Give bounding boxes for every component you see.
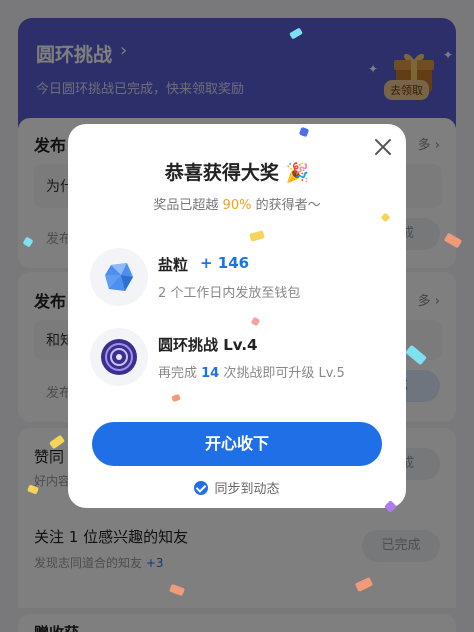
reward-desc: 再完成 14 次挑战即可升级 Lv.5 [158,362,345,381]
sync-to-feed-option[interactable]: 同步到动态 [68,478,406,497]
reward-desc-prefix: 再完成 [158,366,202,381]
salt-crystal-icon [90,248,148,306]
reward-modal: 恭喜获得大奖 🎉 奖品已超越 90% 的获得者～ 盐粒 + 146 2 个工作日… [68,124,406,508]
reward-amount: + 146 [200,254,250,272]
modal-title: 恭喜获得大奖 🎉 [68,158,406,185]
accept-reward-button[interactable]: 开心收下 [92,422,382,466]
reward-name: 圆环挑战 Lv.4 [158,336,258,354]
reward-desc-suffix: 次挑战即可升级 Lv.5 [219,366,345,381]
reward-desc: 2 个工作日内发放至钱包 [158,286,301,301]
reward-item-ring-level: 圆环挑战 Lv.4 再完成 14 次挑战即可升级 Lv.5 [90,328,390,388]
sync-label: 同步到动态 [214,482,280,497]
modal-title-text: 恭喜获得大奖 [164,162,279,184]
subtitle-suffix: 的获得者～ [251,198,321,213]
close-icon[interactable] [372,136,394,158]
check-circle-icon[interactable] [194,481,209,495]
party-popper-icon: 🎉 [285,162,310,184]
ring-challenge-badge-icon [90,328,148,386]
subtitle-percent: 90% [222,198,252,213]
reward-item-salt: 盐粒 + 146 2 个工作日内发放至钱包 [90,248,390,308]
remaining-challenges-count: 14 [201,366,220,381]
reward-name: 盐粒 [158,256,189,274]
subtitle-prefix: 奖品已超越 [153,198,223,213]
modal-subtitle: 奖品已超越 90% 的获得者～ [68,194,406,213]
